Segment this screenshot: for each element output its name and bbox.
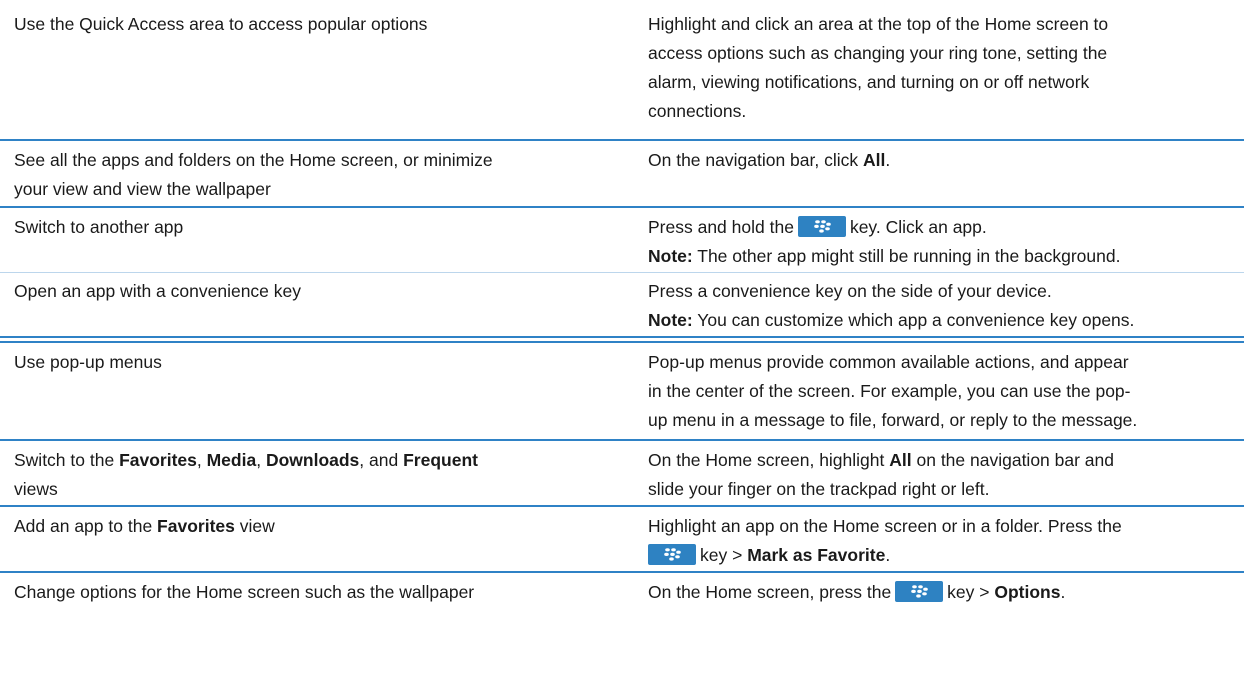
action-text: up menu in a message to file, forward, o…: [648, 410, 1138, 430]
action-text: On the Home screen, press the key > Optio…: [648, 580, 1066, 602]
task-cell: Switch to the Favorites, Media, Download…: [14, 446, 634, 504]
task-text: Use pop-up menus: [14, 352, 162, 372]
action-cell: Highlight an app on the Home screen or i…: [648, 512, 1244, 570]
table-row: Use the Quick Access area to access popu…: [0, 0, 1244, 139]
action-cell: Pop-up menus provide common available ac…: [648, 348, 1244, 435]
task-text: Use the Quick Access area to access popu…: [14, 14, 428, 34]
table-row: Add an app to the Favorites view Highlig…: [0, 507, 1244, 571]
action-text: in the center of the screen. For example…: [648, 381, 1131, 401]
task-text: See all the apps and folders on the Home…: [14, 150, 493, 170]
action-text: On the navigation bar, click All.: [648, 150, 891, 170]
task-cell: Add an app to the Favorites view: [14, 512, 634, 541]
action-cell: Press and hold the key. Click an app. Not…: [648, 213, 1244, 271]
row-divider: [0, 336, 1244, 338]
action-text: On the Home screen, highlight All on the…: [648, 450, 1115, 470]
task-cell: Open an app with a convenience key: [14, 277, 634, 306]
action-text: Highlight an app on the Home screen or i…: [648, 516, 1122, 536]
action-text: Pop-up menus provide common available ac…: [648, 352, 1129, 372]
action-cell: Press a convenience key on the side of y…: [648, 277, 1244, 335]
task-text: Change options for the Home screen such …: [14, 582, 475, 602]
table-row: Change options for the Home screen such …: [0, 573, 1244, 613]
table-row: Open an app with a convenience key Press…: [0, 273, 1244, 335]
action-text: Press a convenience key on the side of y…: [648, 281, 1052, 301]
task-text: Switch to the Favorites, Media, Download…: [14, 450, 478, 470]
task-text: your view and view the wallpaper: [14, 179, 271, 199]
action-text: alarm, viewing notifications, and turnin…: [648, 72, 1090, 92]
action-cell: Highlight and click an area at the top o…: [648, 10, 1244, 126]
task-cell: Use pop-up menus: [14, 348, 634, 377]
table-row: Use pop-up menus Pop-up menus provide co…: [0, 343, 1244, 439]
action-text: access options such as changing your rin…: [648, 43, 1108, 63]
action-text: slide your finger on the trackpad right …: [648, 479, 990, 499]
task-cell: Use the Quick Access area to access popu…: [14, 10, 634, 39]
table-row: Switch to another app Press and hold the…: [0, 208, 1244, 272]
action-text: connections.: [648, 101, 747, 121]
action-text: Highlight and click an area at the top o…: [648, 14, 1109, 34]
blackberry-menu-key-icon: [648, 543, 696, 565]
task-cell: Change options for the Home screen such …: [14, 578, 634, 607]
table-row: Switch to the Favorites, Media, Download…: [0, 441, 1244, 505]
action-cell: On the navigation bar, click All.: [648, 146, 1244, 175]
blackberry-menu-key-icon: [797, 215, 846, 237]
task-cell: See all the apps and folders on the Home…: [14, 146, 634, 204]
note-text: Note: You can customize which app a conv…: [648, 310, 1135, 330]
task-text: Switch to another app: [14, 217, 184, 237]
action-text: Press and hold the key. Click an app.: [648, 215, 987, 237]
action-cell: On the Home screen, highlight All on the…: [648, 446, 1244, 504]
task-text: views: [14, 479, 58, 499]
note-text: Note: The other app might still be runni…: [648, 246, 1121, 266]
task-text: Open an app with a convenience key: [14, 281, 301, 301]
table-row: See all the apps and folders on the Home…: [0, 141, 1244, 205]
blackberry-menu-key-icon: [895, 580, 944, 602]
action-text: key > Mark as Favorite.: [648, 541, 1244, 570]
task-cell: Switch to another app: [14, 213, 634, 242]
task-text: Add an app to the Favorites view: [14, 516, 275, 536]
action-cell: On the Home screen, press the key > Optio…: [648, 578, 1244, 607]
